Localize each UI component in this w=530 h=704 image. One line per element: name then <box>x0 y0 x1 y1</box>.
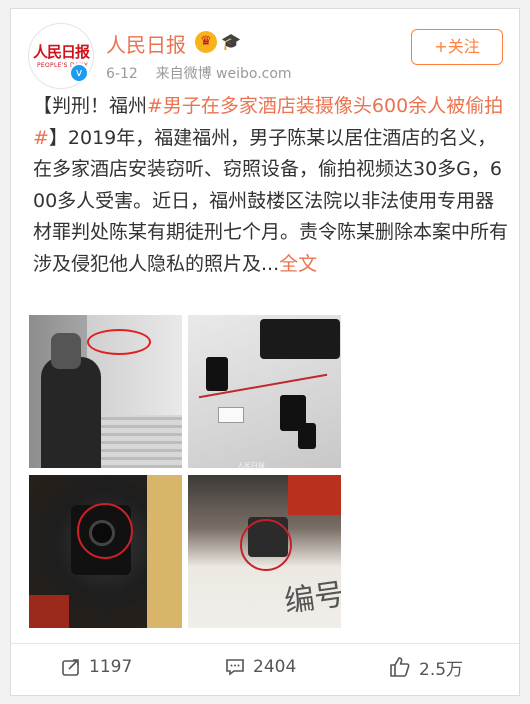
blurred-head-shape <box>51 333 81 369</box>
post-image-3[interactable] <box>29 475 182 628</box>
handwritten-label: 编号 <box>282 576 341 620</box>
post-meta: 6-12 来自微博 weibo.com <box>106 63 292 83</box>
footer-divider <box>11 643 519 644</box>
full-text-link[interactable]: 全文 <box>279 253 317 275</box>
red-tape-shape <box>288 475 341 515</box>
comment-icon <box>225 657 245 677</box>
forward-count: 1197 <box>89 657 133 677</box>
post-image-2[interactable] <box>188 315 341 468</box>
weibo-post-card: 人民日报 PEOPLE'S DAILY v 人民日报 ♛ 🎓 6-12 来自微博… <box>10 8 520 696</box>
phone-shape <box>260 319 340 359</box>
vent-shape <box>87 415 182 468</box>
image-watermark: 人民日报 <box>237 462 265 470</box>
forward-button[interactable]: 1197 <box>61 653 132 681</box>
avatar-logo-text: 人民日报 <box>33 43 90 61</box>
verified-badge-icon: v <box>69 63 89 83</box>
post-text: 【判刑！福州#男子在多家酒店装摄像头600余人被偷拍#】2019年，福建福州，男… <box>33 91 511 280</box>
like-button[interactable]: 2.5万 <box>389 653 463 681</box>
account-name[interactable]: 人民日报 <box>106 29 186 58</box>
comment-button[interactable]: 2404 <box>225 653 296 681</box>
tag-shape <box>218 407 244 423</box>
comment-count: 2404 <box>253 657 297 677</box>
follow-button[interactable]: +关注 <box>411 29 503 65</box>
forward-icon <box>61 657 81 677</box>
device-shape <box>206 357 228 391</box>
red-tape-shape <box>29 595 69 628</box>
like-count: 2.5万 <box>419 659 464 680</box>
thumbs-up-icon <box>389 656 411 678</box>
post-source: 来自微博 weibo.com <box>155 66 292 82</box>
post-body: 】2019年，福建福州，男子陈某以居住酒店的名义，在多家酒店安装窃听、窃照设备，… <box>33 126 509 275</box>
highlight-circle <box>77 503 133 559</box>
highlight-circle <box>87 329 151 355</box>
crown-icon: ♛ <box>195 31 217 53</box>
device-shape <box>298 423 316 449</box>
ruler-shape <box>147 475 182 628</box>
graduation-cap-icon: 🎓 <box>221 32 241 51</box>
post-image-1[interactable] <box>29 315 182 468</box>
post-image-4[interactable]: 编号 <box>188 475 341 628</box>
post-prefix: 【判刑！福州 <box>33 95 148 117</box>
highlight-circle <box>240 519 292 571</box>
person-shape <box>41 357 101 468</box>
post-date[interactable]: 6-12 <box>106 66 138 82</box>
